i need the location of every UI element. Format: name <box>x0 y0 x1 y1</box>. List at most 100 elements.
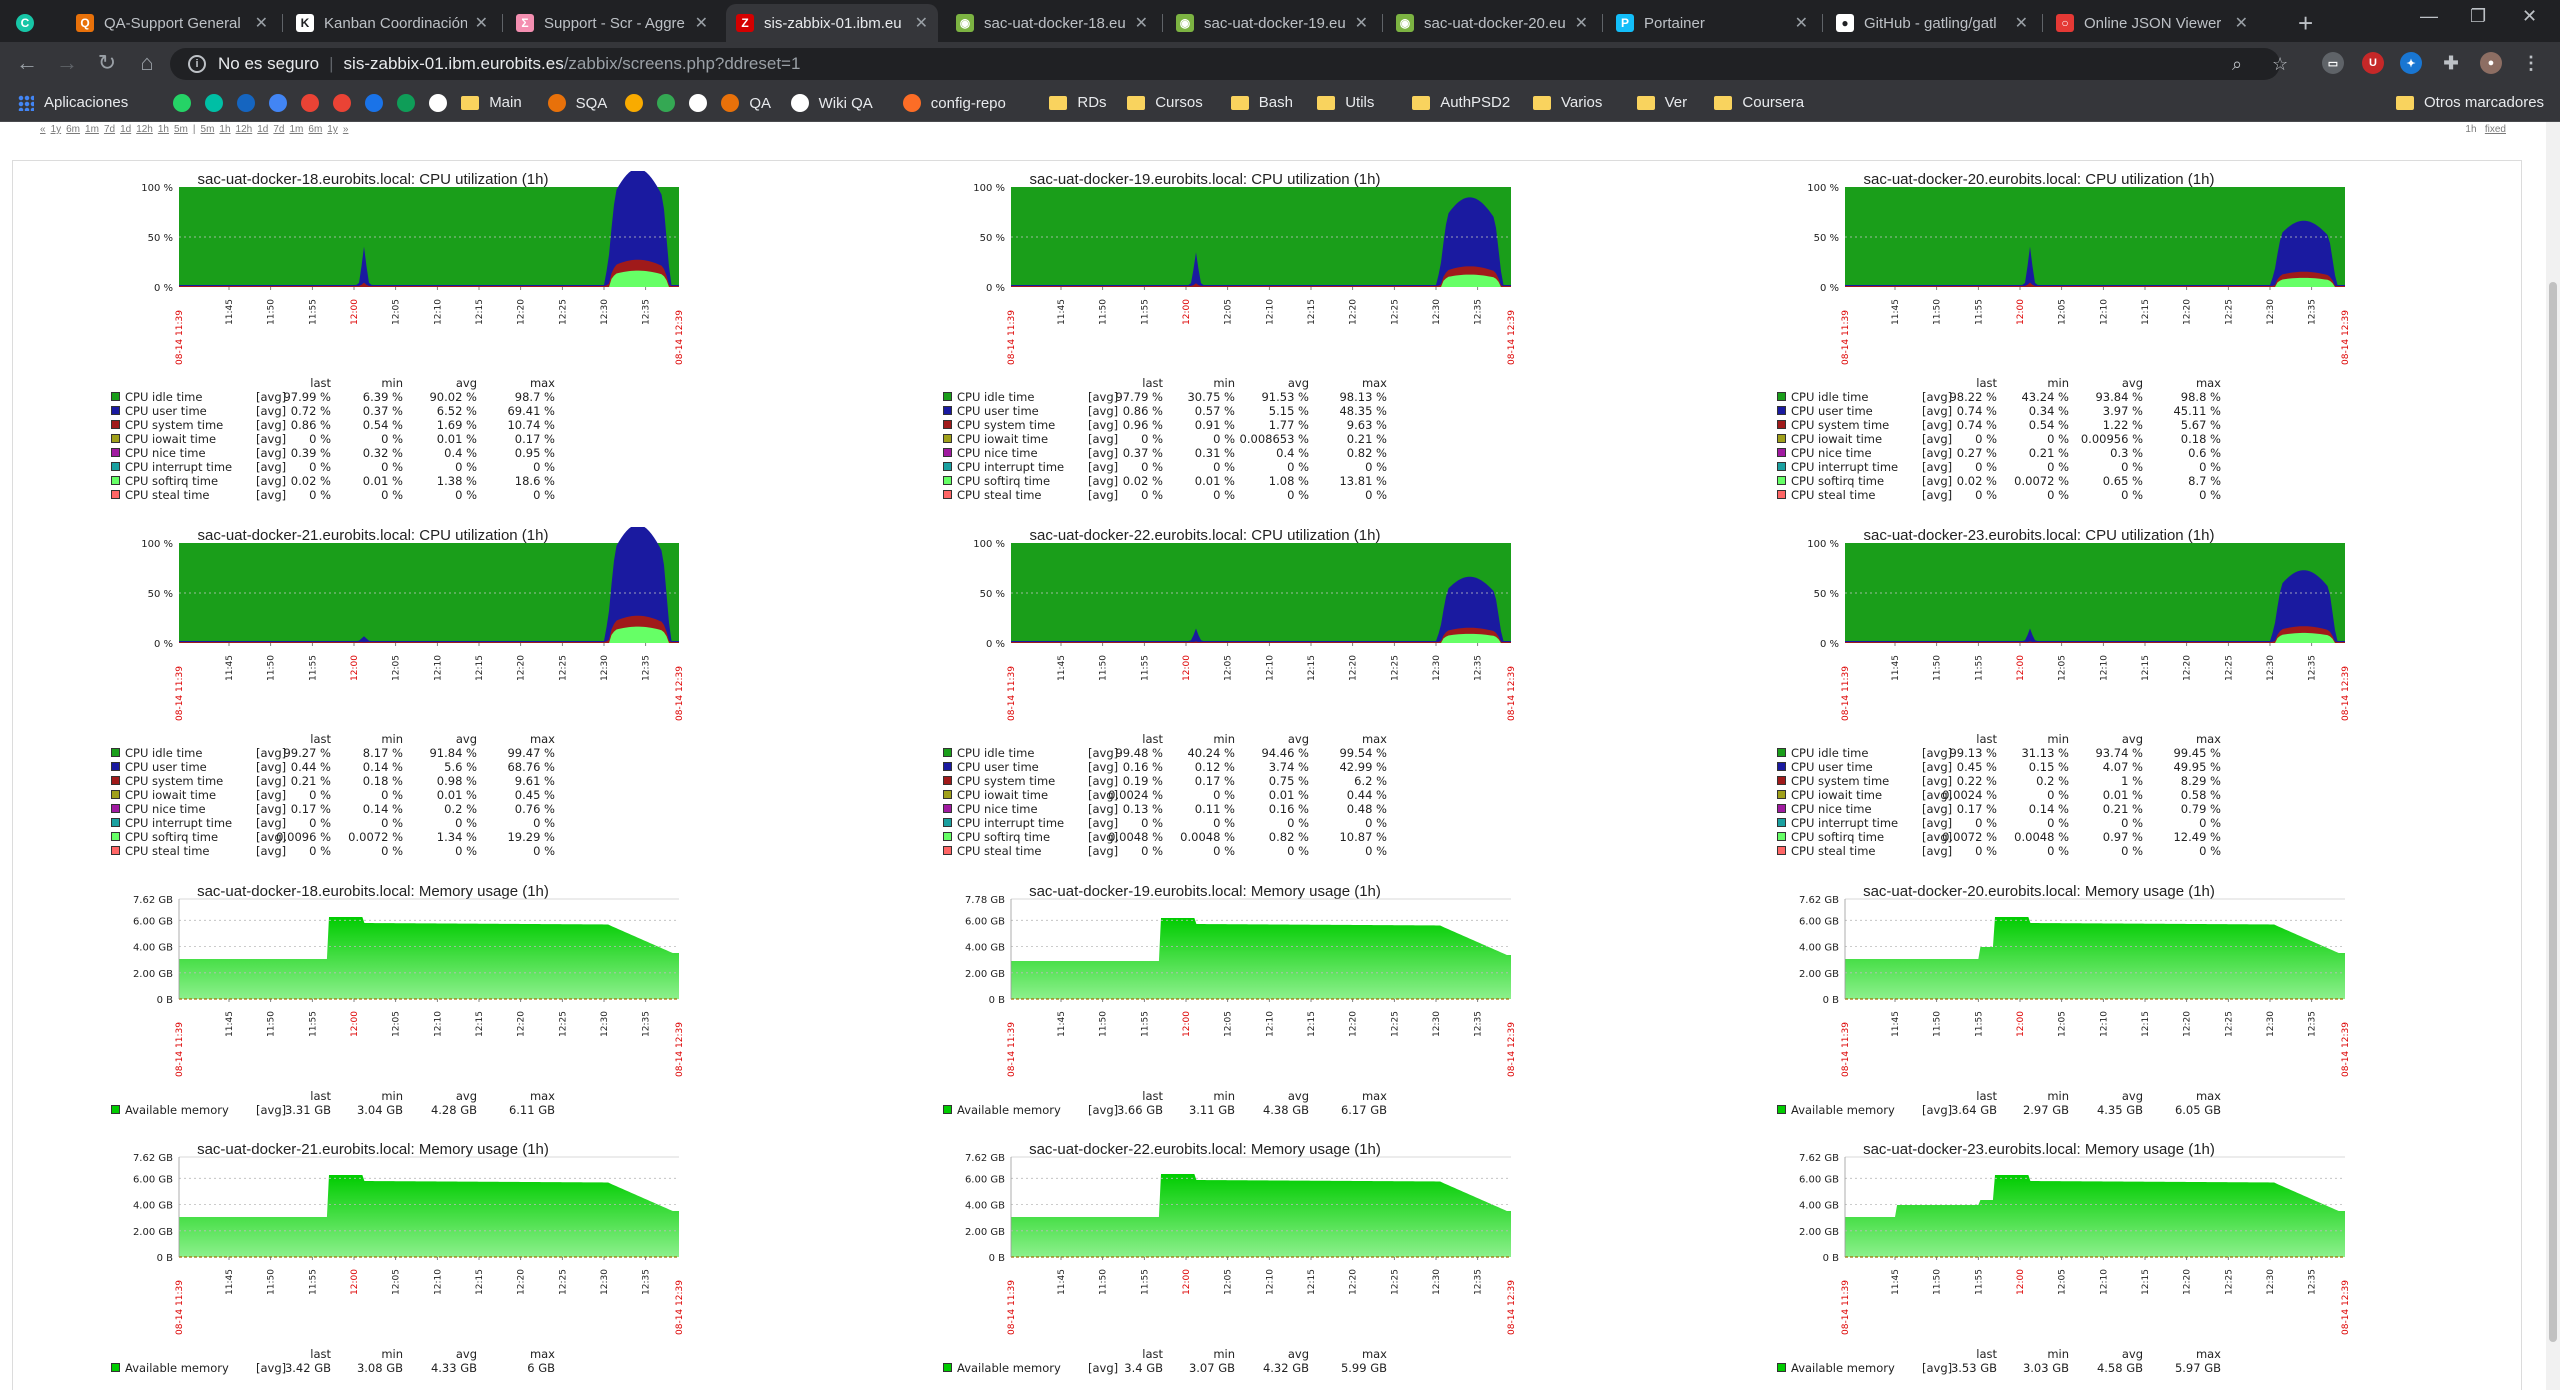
bookmark-item[interactable]: Wiki QA <box>790 94 873 112</box>
bookmark-item[interactable]: QA <box>721 94 771 112</box>
bookmark-item[interactable] <box>689 94 717 112</box>
fixed-link[interactable]: fixed <box>2485 124 2506 135</box>
browser-tab[interactable]: ◉ sac-uat-docker-19.eu ✕ <box>1166 4 1378 42</box>
browser-tab[interactable]: ◉ sac-uat-docker-20.eu ✕ <box>1386 4 1598 42</box>
bookmark-item[interactable]: SQA <box>547 94 607 112</box>
browser-tab[interactable]: ● GitHub - gatling/gatl ✕ <box>1826 4 2038 42</box>
bookmark-item[interactable] <box>397 94 425 112</box>
profile-tab-icon[interactable]: C <box>6 4 56 42</box>
bookmark-item[interactable] <box>625 94 653 112</box>
period-link[interactable]: 5m <box>174 124 188 135</box>
bookmark-item[interactable]: RDs <box>1049 94 1107 111</box>
period-link[interactable]: « <box>40 124 46 135</box>
memory-graph[interactable]: sac-uat-docker-18.eurobits.local: Memory… <box>93 883 685 1133</box>
memory-graph[interactable]: sac-uat-docker-21.eurobits.local: Memory… <box>93 1141 685 1390</box>
browser-tab[interactable]: Q QA-Support General ✕ <box>66 4 278 42</box>
browser-tab[interactable]: ○ Online JSON Viewer ✕ <box>2046 4 2258 42</box>
forward-icon[interactable]: → <box>54 50 80 76</box>
cpu-graph[interactable]: sac-uat-docker-19.eurobits.local: CPU ut… <box>925 171 1517 521</box>
avatar[interactable]: ● <box>2480 52 2502 74</box>
back-icon[interactable]: ← <box>14 50 40 76</box>
bookmark-item[interactable] <box>429 94 457 112</box>
period-link[interactable]: 6m <box>66 124 80 135</box>
menu-icon[interactable]: ⋮ <box>2520 52 2542 74</box>
period-link[interactable]: 1y <box>327 124 338 135</box>
new-tab-button[interactable]: + <box>2298 8 2313 39</box>
memory-graph[interactable]: sac-uat-docker-20.eurobits.local: Memory… <box>1759 883 2351 1133</box>
period-link[interactable]: 1h <box>158 124 169 135</box>
bookmark-item[interactable] <box>365 94 393 112</box>
close-tab-icon[interactable]: ✕ <box>1795 13 1808 33</box>
period-link[interactable]: 5m <box>201 124 215 135</box>
puzzle-icon[interactable]: ✚ <box>2440 52 2462 74</box>
close-tab-icon[interactable]: ✕ <box>1135 13 1148 33</box>
bookmark-item[interactable]: Bash <box>1230 94 1293 111</box>
other-bookmarks[interactable]: Otros marcadores <box>2396 94 2544 111</box>
scrollbar-thumb[interactable] <box>2549 282 2557 1342</box>
bookmark-item[interactable]: Utils <box>1317 94 1374 111</box>
bookmark-star-icon[interactable]: ☆ <box>2272 54 2288 75</box>
browser-tab[interactable]: Zsis-zabbix-01.ibm.eu ✕ <box>726 4 938 42</box>
period-link[interactable]: » <box>343 124 349 135</box>
extension-icon[interactable]: ✦ <box>2400 52 2422 74</box>
bookmark-item[interactable]: Varios <box>1533 94 1602 111</box>
bookmark-item[interactable]: Ver <box>1636 94 1687 111</box>
browser-tab[interactable]: Σ Support - Scr - Aggre ✕ <box>506 4 718 42</box>
bookmark-item[interactable] <box>657 94 685 112</box>
close-tab-icon[interactable]: ✕ <box>475 13 488 33</box>
reload-icon[interactable]: ↻ <box>94 50 120 76</box>
period-link[interactable]: 12h <box>236 124 253 135</box>
bookmark-item[interactable]: Aplicaciones <box>18 94 128 111</box>
close-tab-icon[interactable]: ✕ <box>2015 13 2028 33</box>
cpu-graph[interactable]: sac-uat-docker-20.eurobits.local: CPU ut… <box>1759 171 2351 521</box>
minimize-button[interactable]: — <box>2420 6 2438 27</box>
period-link[interactable]: 1m <box>85 124 99 135</box>
close-tab-icon[interactable]: ✕ <box>1575 13 1588 33</box>
period-link[interactable]: 7d <box>273 124 284 135</box>
period-link[interactable]: 7d <box>104 124 115 135</box>
memory-graph[interactable]: sac-uat-docker-22.eurobits.local: Memory… <box>925 1141 1517 1390</box>
extension-icon[interactable]: ▭ <box>2322 52 2344 74</box>
bookmark-item[interactable]: config-repo <box>902 94 1006 112</box>
address-bar[interactable]: i No es seguro | sis-zabbix-01.ibm.eurob… <box>170 48 2280 80</box>
cpu-graph[interactable]: sac-uat-docker-22.eurobits.local: CPU ut… <box>925 527 1517 877</box>
bookmark-item[interactable]: Coursera <box>1714 94 1804 111</box>
bookmark-item[interactable]: Cursos <box>1127 94 1203 111</box>
close-tab-icon[interactable]: ✕ <box>915 13 928 33</box>
period-link[interactable]: 1m <box>289 124 303 135</box>
close-window-button[interactable]: ✕ <box>2522 6 2537 27</box>
memory-graph[interactable]: sac-uat-docker-23.eurobits.local: Memory… <box>1759 1141 2351 1390</box>
home-icon[interactable]: ⌂ <box>134 50 160 76</box>
cpu-graph[interactable]: sac-uat-docker-21.eurobits.local: CPU ut… <box>93 527 685 877</box>
period-link[interactable]: 6m <box>308 124 322 135</box>
bookmark-item[interactable]: AuthPSD2 <box>1412 94 1510 111</box>
browser-tab[interactable]: ◉ sac-uat-docker-18.eu ✕ <box>946 4 1158 42</box>
cpu-graph[interactable]: sac-uat-docker-18.eurobits.local: CPU ut… <box>93 171 685 521</box>
bookmark-item[interactable] <box>205 94 233 112</box>
bookmark-item[interactable] <box>301 94 329 112</box>
period-link[interactable]: 1d <box>120 124 131 135</box>
period-link[interactable]: 1d <box>257 124 268 135</box>
info-icon[interactable]: i <box>188 55 206 73</box>
maximize-button[interactable]: ❐ <box>2470 6 2486 27</box>
period-link[interactable]: 12h <box>136 124 153 135</box>
period-link[interactable]: 1y <box>51 124 62 135</box>
close-tab-icon[interactable]: ✕ <box>2235 13 2248 33</box>
ublock-icon[interactable]: U <box>2362 52 2384 74</box>
zoom-icon[interactable]: ⌕ <box>2232 54 2242 75</box>
bookmark-item[interactable] <box>333 94 361 112</box>
bookmark-item[interactable] <box>237 94 265 112</box>
browser-tab[interactable]: P Portainer ✕ <box>1606 4 1818 42</box>
memory-graph[interactable]: sac-uat-docker-19.eurobits.local: Memory… <box>925 883 1517 1133</box>
cpu-graph[interactable]: sac-uat-docker-23.eurobits.local: CPU ut… <box>1759 527 2351 877</box>
period-link[interactable]: | <box>193 124 196 135</box>
bookmark-item[interactable] <box>269 94 297 112</box>
page-scrollbar[interactable] <box>2546 122 2560 1390</box>
close-tab-icon[interactable]: ✕ <box>255 13 268 33</box>
close-tab-icon[interactable]: ✕ <box>695 13 708 33</box>
close-tab-icon[interactable]: ✕ <box>1355 13 1368 33</box>
bookmark-item[interactable] <box>173 94 201 112</box>
browser-tab[interactable]: K Kanban Coordinación ✕ <box>286 4 498 42</box>
bookmark-item[interactable]: Main <box>461 94 522 111</box>
period-link[interactable]: 1h <box>219 124 230 135</box>
